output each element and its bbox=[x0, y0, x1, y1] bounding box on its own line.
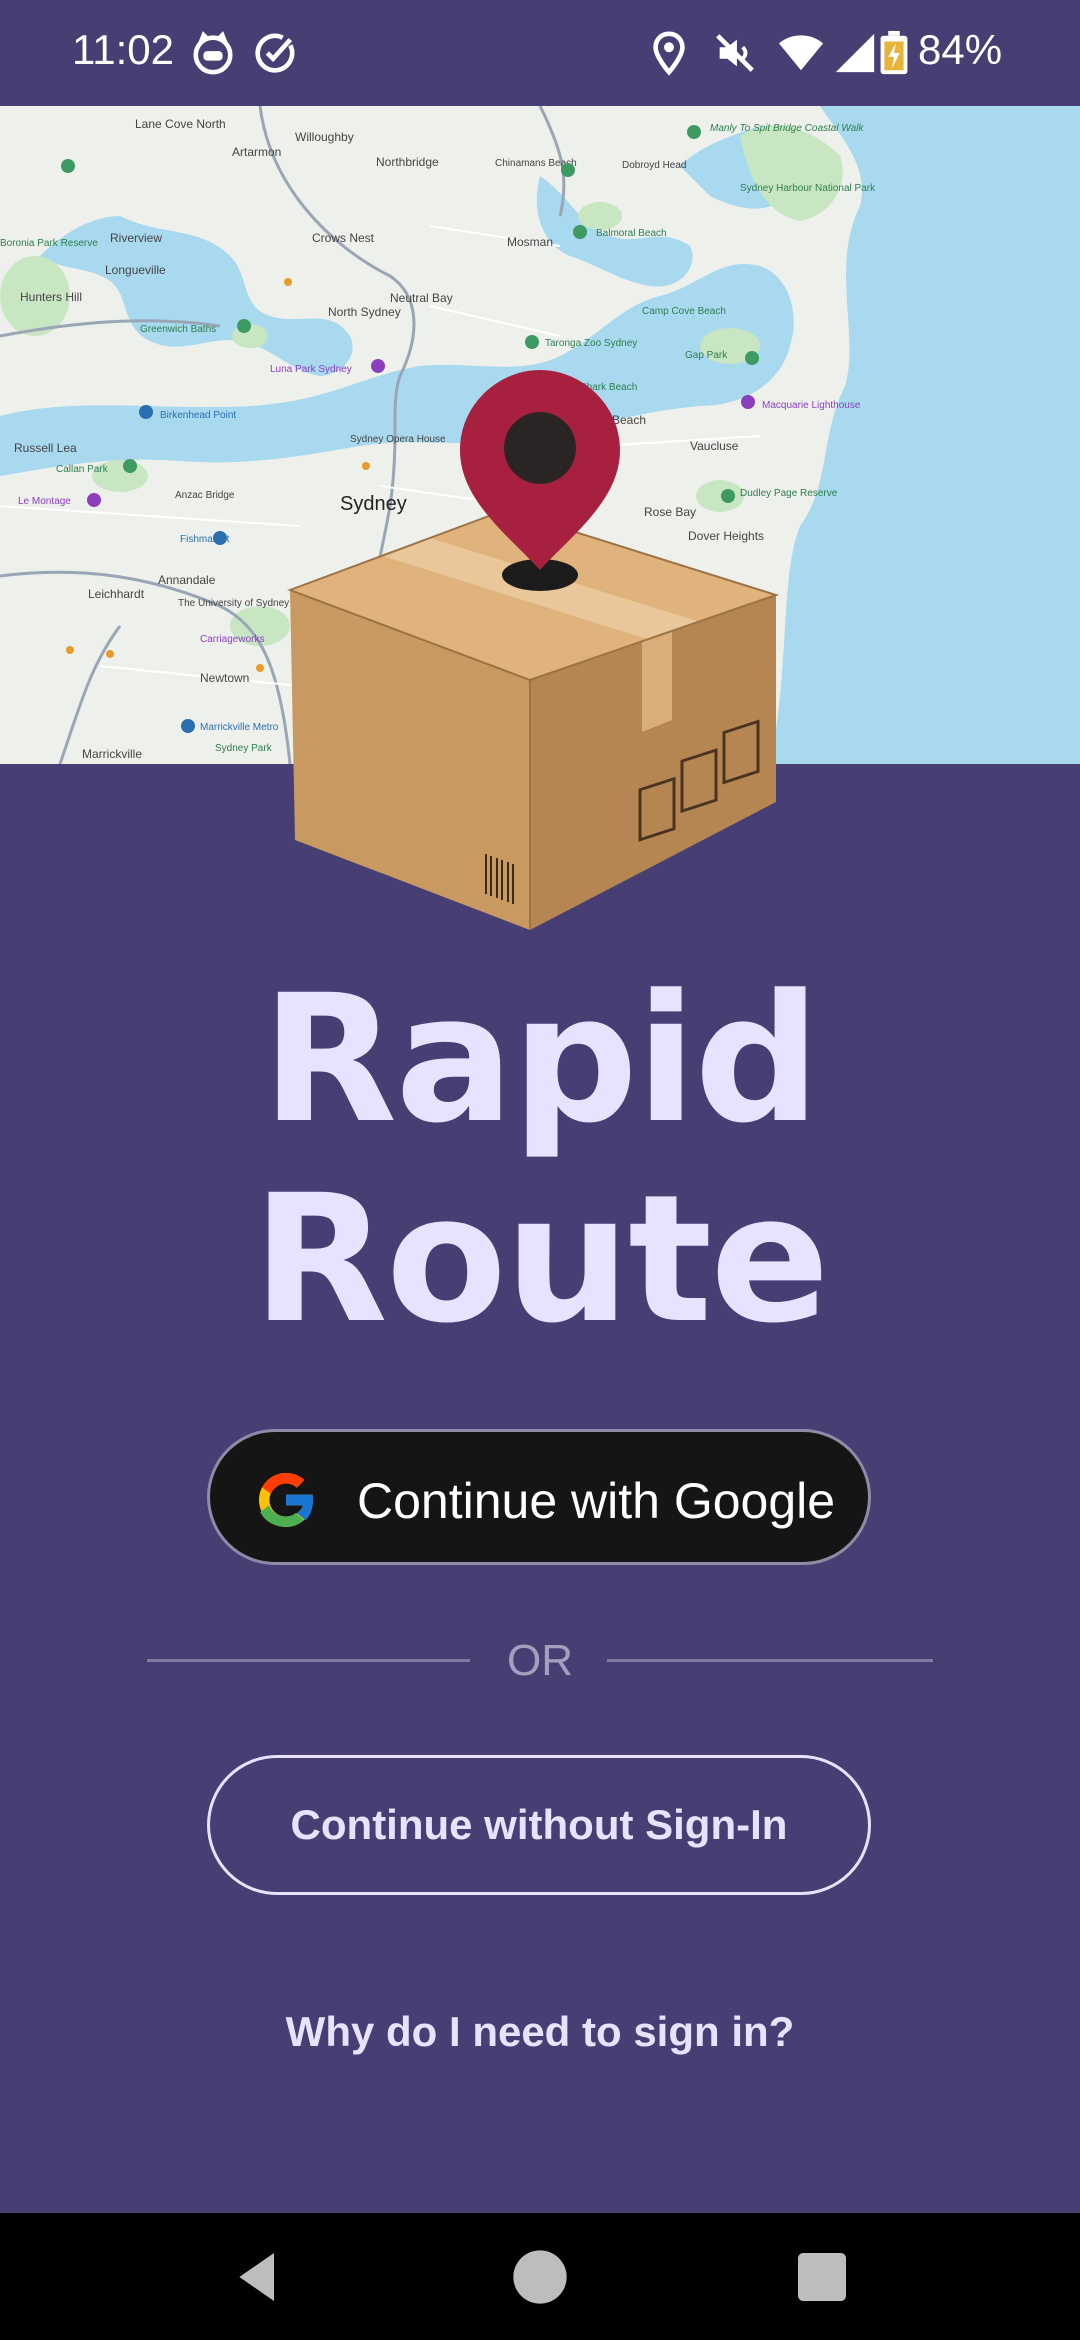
cat-icon bbox=[193, 31, 233, 75]
map-label: Gap Park bbox=[685, 350, 728, 361]
divider-right bbox=[607, 1659, 933, 1662]
map-label: Balmoral Beach bbox=[596, 228, 667, 239]
recents-icon[interactable] bbox=[790, 2245, 854, 2309]
mute-icon bbox=[716, 34, 754, 72]
map-label: Hunters Hill bbox=[20, 290, 82, 304]
title-line-2: Route bbox=[252, 1157, 829, 1362]
continue-with-google-button[interactable]: Continue with Google bbox=[207, 1429, 871, 1565]
app-title: Rapid Route bbox=[0, 960, 1080, 1360]
google-button-label: Continue with Google bbox=[357, 1473, 836, 1529]
location-icon bbox=[653, 31, 685, 76]
status-time: 11:02 bbox=[72, 26, 174, 73]
map-label: Callan Park bbox=[56, 464, 109, 475]
map-label: Willoughby bbox=[295, 130, 354, 144]
map-label: Marrickville Metro bbox=[200, 722, 279, 733]
battery-percent: 84% bbox=[918, 26, 1003, 73]
check-circle-icon bbox=[255, 33, 295, 73]
map-label: Leichhardt bbox=[88, 587, 145, 601]
map-label: Anzac Bridge bbox=[175, 490, 235, 501]
navigation-bar bbox=[0, 2213, 1080, 2340]
map-label: Birkenhead Point bbox=[160, 410, 236, 421]
map-label: Taronga Zoo Sydney bbox=[545, 338, 637, 349]
map-label: Manly To Spit Bridge Coastal Walk bbox=[710, 123, 864, 134]
map-label: Boronia Park Reserve bbox=[0, 238, 98, 249]
map-label: Dobroyd Head bbox=[622, 160, 686, 171]
map-label: Riverview bbox=[110, 231, 162, 245]
map-label: Crows Nest bbox=[312, 231, 375, 245]
status-bar: 11:02 84% bbox=[0, 0, 1080, 106]
map-label: Newtown bbox=[200, 671, 249, 685]
map-label: Sydney Harbour National Park bbox=[740, 183, 876, 194]
map-label: Longueville bbox=[105, 263, 166, 277]
map-label: Le Montage bbox=[18, 496, 71, 507]
map-label: Carriageworks bbox=[200, 634, 264, 645]
divider-left bbox=[147, 1659, 470, 1662]
map-label: Sydney Park bbox=[215, 743, 273, 754]
map-label: Northbridge bbox=[376, 155, 439, 169]
map-label: Marrickville bbox=[82, 747, 142, 761]
hero-illustration bbox=[270, 370, 810, 940]
map-label: Annandale bbox=[158, 573, 216, 587]
map-label: Mosman bbox=[507, 235, 553, 249]
map-label: Artarmon bbox=[232, 145, 281, 159]
map-label: Lane Cove North bbox=[135, 117, 226, 131]
package-location-icon bbox=[287, 370, 780, 930]
continue-without-sign-in-button[interactable]: Continue without Sign-In bbox=[207, 1755, 871, 1895]
signal-icon bbox=[835, 33, 875, 73]
or-divider-text: OR bbox=[507, 1636, 573, 1685]
map-label: Neutral Bay bbox=[390, 291, 453, 305]
battery-icon bbox=[880, 30, 908, 75]
title-line-1: Rapid bbox=[261, 957, 821, 1162]
map-label: Camp Cove Beach bbox=[642, 306, 726, 317]
why-sign-in-link[interactable]: Why do I need to sign in? bbox=[0, 2008, 1080, 2056]
wifi-icon bbox=[778, 35, 824, 71]
map-label: North Sydney bbox=[328, 305, 401, 319]
map-label: Russell Lea bbox=[14, 441, 77, 455]
home-icon[interactable] bbox=[508, 2245, 572, 2309]
back-icon[interactable] bbox=[226, 2245, 290, 2309]
google-logo-icon bbox=[259, 1473, 316, 1527]
map-label: Greenwich Baths bbox=[140, 324, 216, 335]
